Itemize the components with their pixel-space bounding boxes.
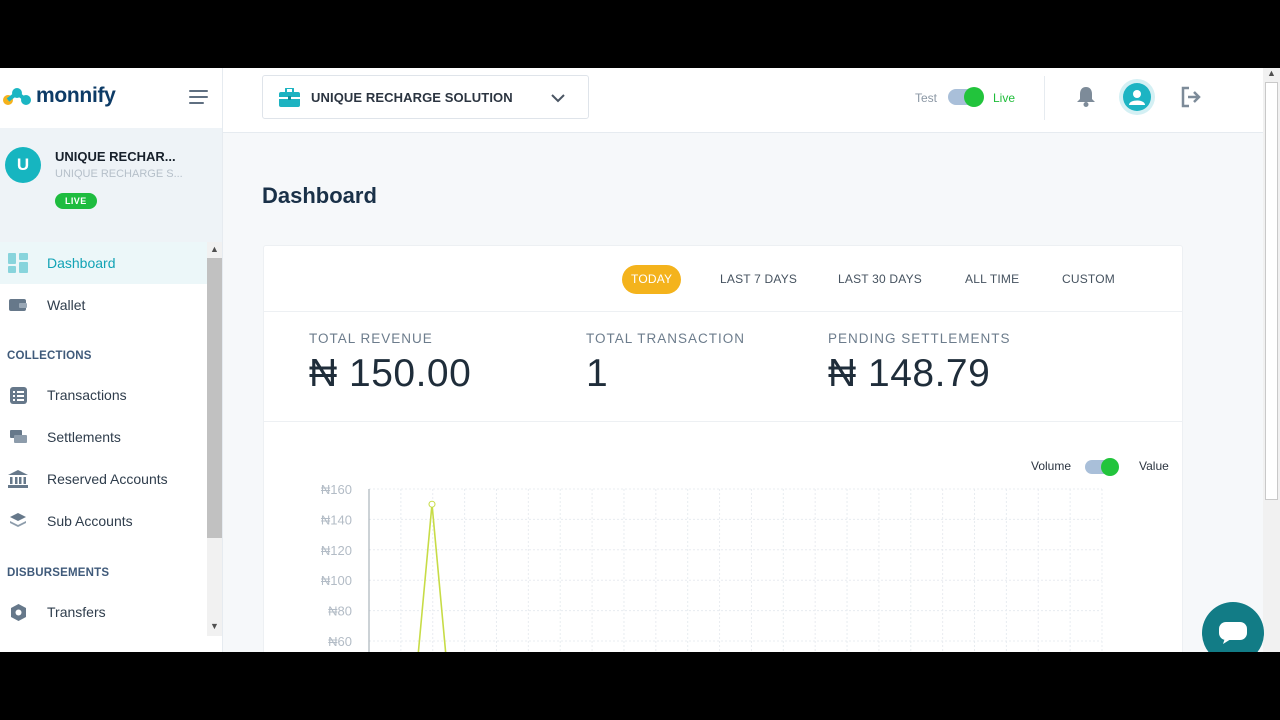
sidebar-item-reserved-accounts[interactable]: Reserved Accounts [0, 458, 207, 500]
chevron-down-icon [551, 94, 565, 103]
sidebar-scroll-thumb[interactable] [207, 258, 222, 538]
transfers-icon [8, 602, 28, 622]
monnify-logo-mark-icon [3, 88, 31, 105]
stat-label: PENDING SETTLEMENTS [828, 331, 1011, 346]
scroll-up-icon[interactable]: ▲ [210, 245, 219, 254]
sidebar-item-label: Transactions [47, 387, 127, 403]
value-label: Value [1139, 459, 1169, 473]
y-tick-label: ₦120 [321, 543, 352, 558]
stat-label: TOTAL REVENUE [309, 331, 433, 346]
account-avatar: U [5, 147, 41, 183]
brand-name: monnify [36, 84, 116, 107]
wallet-icon [8, 295, 28, 315]
dashboard-icon [8, 253, 28, 273]
briefcase-icon [279, 88, 300, 107]
menu-toggle-icon[interactable] [189, 90, 208, 104]
stat-value: ₦ 150.00 [309, 352, 472, 395]
sidebar-item-label: Sub Accounts [47, 513, 133, 529]
top-bar: UNIQUE RECHARGE SOLUTION Test Live [223, 68, 1263, 133]
business-name: UNIQUE RECHARGE SOLUTION [311, 90, 513, 105]
y-tick-label: ₦100 [321, 573, 352, 588]
account-name: UNIQUE RECHAR... [55, 149, 176, 164]
app-window: monnify U UNIQUE RECHAR... UNIQUE RECHAR… [0, 68, 1280, 652]
sidebar-nav: Dashboard Wallet COLLECTIONS Transaction… [0, 242, 207, 636]
user-icon [1129, 90, 1145, 105]
filter-last-7-days[interactable]: LAST 7 DAYS [720, 265, 797, 294]
sidebar-item-label: Dashboard [47, 255, 116, 271]
sidebar-item-settlements[interactable]: Settlements [0, 416, 207, 458]
chat-icon [1219, 622, 1247, 644]
date-filters: TODAY LAST 7 DAYS LAST 30 DAYS ALL TIME … [264, 246, 1182, 312]
bank-icon [8, 469, 28, 489]
account-subtitle: UNIQUE RECHARGE S... [55, 168, 183, 180]
volume-label: Volume [1031, 459, 1072, 473]
line-chart: ₦160 ₦140 ₦120 ₦100 ₦80 ₦60 [321, 482, 1103, 652]
sidebar-item-label: Transfers [47, 604, 106, 620]
section-disbursements: DISBURSEMENTS [7, 567, 110, 579]
section-collections: COLLECTIONS [7, 350, 92, 362]
account-card: U UNIQUE RECHAR... UNIQUE RECHARGE S... … [0, 128, 222, 242]
filter-custom[interactable]: CUSTOM [1062, 265, 1115, 294]
stat-total-transaction: TOTAL TRANSACTION 1 [586, 331, 745, 396]
y-tick-label: ₦60 [328, 634, 352, 649]
live-mode-label: Live [993, 91, 1016, 105]
filter-last-30-days[interactable]: LAST 30 DAYS [838, 265, 922, 294]
sidebar-item-transfers[interactable]: Transfers [0, 591, 207, 633]
data-point[interactable] [428, 500, 436, 508]
series-line [417, 504, 447, 652]
mode-toggle[interactable] [948, 87, 984, 107]
chat-button[interactable] [1202, 602, 1264, 652]
user-avatar[interactable] [1119, 79, 1155, 115]
test-mode-label: Test [915, 91, 938, 105]
dashboard-card: TODAY LAST 7 DAYS LAST 30 DAYS ALL TIME … [263, 245, 1183, 652]
y-tick-label: ₦160 [321, 482, 352, 497]
logo-bar: monnify [0, 68, 223, 128]
y-tick-label: ₦80 [328, 604, 352, 619]
sidebar-item-wallet[interactable]: Wallet [0, 284, 207, 326]
sidebar-scrollbar[interactable]: ▲ ▼ [207, 242, 222, 636]
stats-row: TOTAL REVENUE ₦ 150.00 TOTAL TRANSACTION… [264, 312, 1182, 422]
sidebar-item-dashboard[interactable]: Dashboard [0, 242, 207, 284]
scroll-up-icon[interactable]: ▲ [1267, 68, 1276, 78]
divider [1044, 76, 1045, 120]
page-scrollbar[interactable]: ▲ [1263, 68, 1280, 652]
stat-label: TOTAL TRANSACTION [586, 331, 746, 346]
chart-area: ₦160 ₦140 ₦120 ₦100 ₦80 ₦60 Volume Value [264, 422, 1182, 652]
sidebar-item-sub-accounts[interactable]: Sub Accounts [0, 500, 207, 542]
stat-total-revenue: TOTAL REVENUE ₦ 150.00 [309, 331, 471, 396]
stat-pending-settlements: PENDING SETTLEMENTS ₦ 148.79 [828, 331, 1011, 396]
live-badge: LIVE [55, 193, 97, 209]
filter-all-time[interactable]: ALL TIME [965, 265, 1019, 294]
filter-today[interactable]: TODAY [622, 265, 682, 294]
sidebar-item-label: Wallet [47, 297, 86, 313]
bell-icon[interactable] [1077, 87, 1095, 107]
settlements-icon [8, 427, 28, 447]
business-selector[interactable]: UNIQUE RECHARGE SOLUTION [262, 75, 589, 119]
y-tick-label: ₦140 [321, 512, 352, 527]
sidebar-item-label: Reserved Accounts [47, 471, 168, 487]
page-title: Dashboard [262, 183, 377, 208]
sidebar-item-transactions[interactable]: Transactions [0, 374, 207, 416]
sidebar: monnify U UNIQUE RECHAR... UNIQUE RECHAR… [0, 68, 223, 652]
logout-icon[interactable] [1180, 86, 1202, 108]
layers-icon [8, 511, 28, 531]
transactions-icon [8, 385, 28, 405]
volume-value-toggle[interactable] [1085, 458, 1119, 476]
monnify-logo[interactable]: monnify [2, 84, 116, 108]
stat-value: 1 [586, 352, 609, 395]
page-scroll-thumb[interactable] [1265, 82, 1278, 500]
sidebar-item-label: Settlements [47, 429, 121, 445]
scroll-down-icon[interactable]: ▼ [210, 622, 219, 631]
stat-value: ₦ 148.79 [828, 352, 991, 395]
